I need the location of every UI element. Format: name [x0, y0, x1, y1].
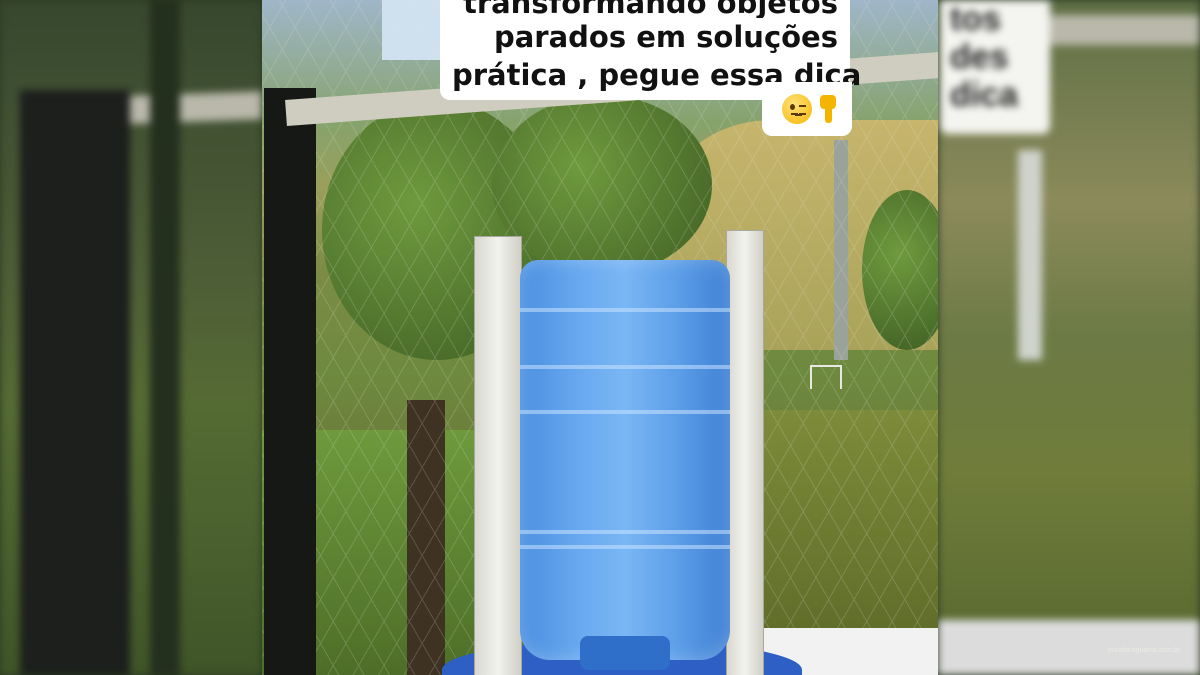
caption-line-1: transformando objetos [462, 0, 838, 18]
fence-post [264, 88, 316, 675]
winking-face-icon [782, 94, 812, 124]
water-jug [520, 260, 730, 670]
blurred-background-left [0, 0, 262, 675]
ghost-line-2: des [950, 38, 1009, 76]
caption-emojis [762, 82, 852, 136]
wooden-stand-left [474, 236, 522, 675]
ghost-caption: tos des dica [940, 0, 1050, 134]
wooden-stand-right [726, 230, 764, 675]
watermark: portalaraguaina.com.br [1108, 647, 1180, 654]
pointing-down-icon [818, 93, 840, 125]
blurred-background-right: tos des dica [938, 0, 1200, 675]
ghost-line-1: tos [950, 0, 1001, 38]
video-frame: tos des dica transformando objetos parad… [0, 0, 1200, 675]
ghost-line-3: dica [950, 76, 1019, 114]
caption-line-2: parados em soluções [493, 20, 838, 54]
